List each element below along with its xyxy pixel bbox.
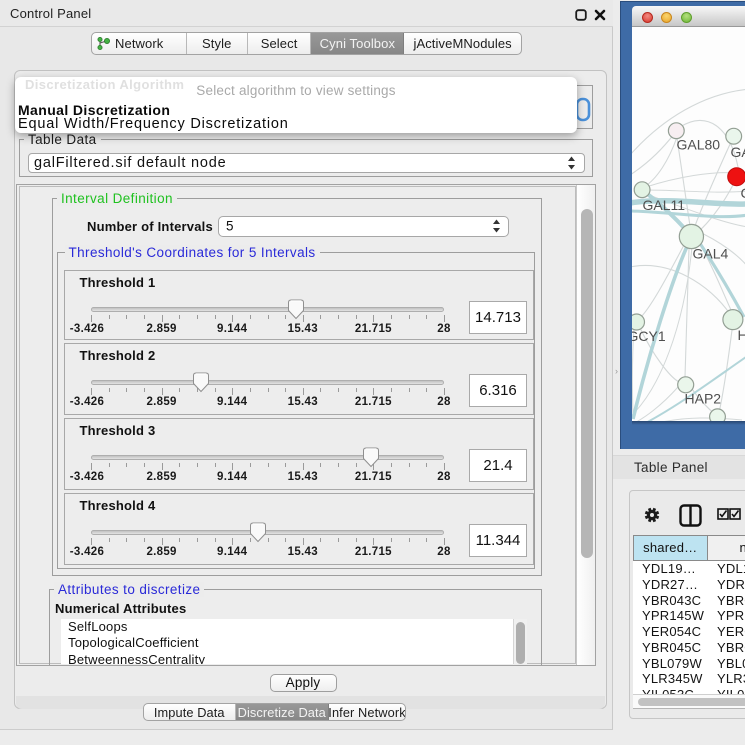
svg-text:GAL80: GAL80 xyxy=(676,137,720,153)
svg-text:H: H xyxy=(737,327,745,343)
svg-text:C: C xyxy=(740,185,745,201)
svg-text:GA: GA xyxy=(730,144,745,160)
svg-text:GAL11: GAL11 xyxy=(642,197,685,213)
svg-text:HAP2: HAP2 xyxy=(684,391,721,407)
svg-text:GCY1: GCY1 xyxy=(632,328,666,344)
svg-text:GAL4: GAL4 xyxy=(692,246,728,262)
